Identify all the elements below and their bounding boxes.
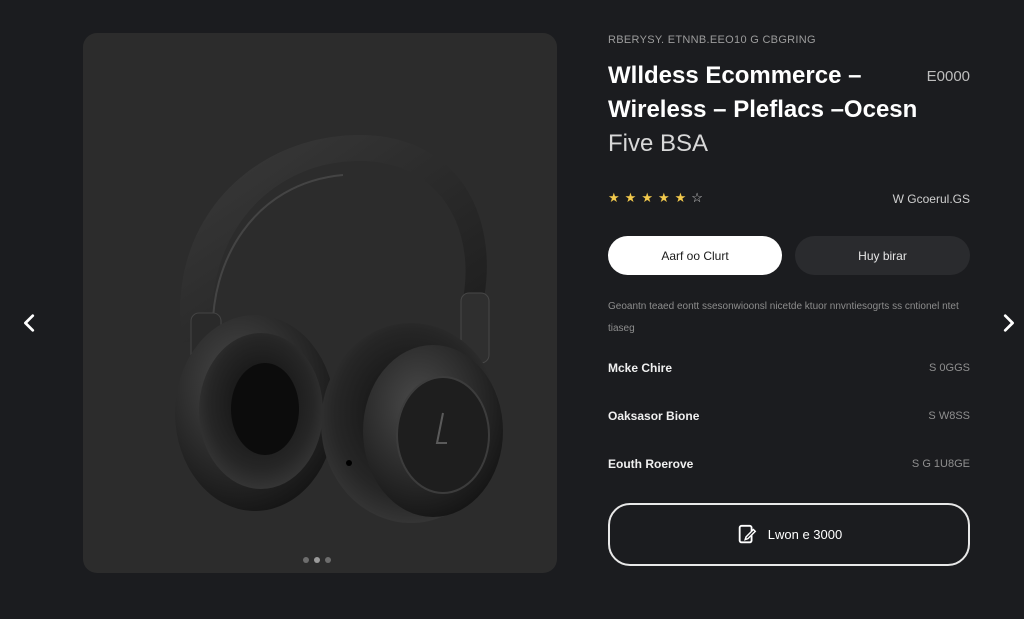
- spec-value: S W8SS: [928, 410, 970, 422]
- star-filled-icon: ★: [608, 190, 620, 205]
- previous-arrow-icon[interactable]: [12, 305, 48, 341]
- product-title-line-3: Five BSA: [608, 130, 709, 157]
- spec-row: Oaksasor Bione S W8SS: [608, 406, 970, 426]
- product-image-panel: [83, 33, 557, 573]
- headphones-image: [175, 134, 503, 523]
- next-arrow-icon[interactable]: [990, 305, 1024, 341]
- star-filled-icon: ★: [657, 190, 670, 205]
- star-filled-icon: ★: [624, 190, 637, 205]
- buy-now-button[interactable]: Huy birar: [795, 236, 970, 275]
- add-to-cart-button[interactable]: Aarf oo Clurt: [608, 236, 782, 275]
- spec-value: S G 1U8GE: [911, 458, 970, 470]
- product-title-line-1: Wlldess Ecommerce –: [608, 62, 862, 89]
- star-rating: ★ ★ ★ ★ ★ ☆: [608, 190, 703, 206]
- product-page: RBERYSY. ETNNB.EEO10 G CBGRING Wlldess E…: [0, 0, 1024, 619]
- spec-row: Eouth Roerove S G 1U8GE: [608, 454, 970, 474]
- outline-button-label: Lwon e 3000: [767, 527, 843, 542]
- spec-name: Eouth Roerove: [608, 457, 694, 471]
- document-edit-icon: [738, 524, 757, 543]
- spec-name: Oaksasor Bione: [608, 409, 700, 423]
- gallery-dots: [303, 557, 331, 563]
- product-description: Geoantn teaed eontt ssesonwioonsl nicetd…: [608, 301, 959, 334]
- spec-row: Mcke Chire S 0GGS: [608, 358, 970, 378]
- star-filled-icon: ★: [674, 190, 687, 205]
- review-count[interactable]: W Gcoerul.GS: [893, 192, 970, 206]
- product-title-line-2: Wireless – Pleflacs –Ocesn: [608, 96, 918, 123]
- gallery-dot-active[interactable]: [314, 557, 320, 563]
- star-outline-icon: ☆: [691, 190, 703, 205]
- outline-action-button[interactable]: Lwon e 3000: [608, 503, 970, 566]
- spec-name: Mcke Chire: [608, 361, 673, 375]
- star-filled-icon: ★: [641, 190, 653, 205]
- spec-value: S 0GGS: [929, 362, 970, 374]
- gallery-dot[interactable]: [325, 557, 331, 563]
- breadcrumb[interactable]: RBERYSY. ETNNB.EEO10 G CBGRING: [608, 34, 816, 46]
- price-label: E0000: [926, 68, 970, 85]
- gallery-dot[interactable]: [303, 557, 309, 563]
